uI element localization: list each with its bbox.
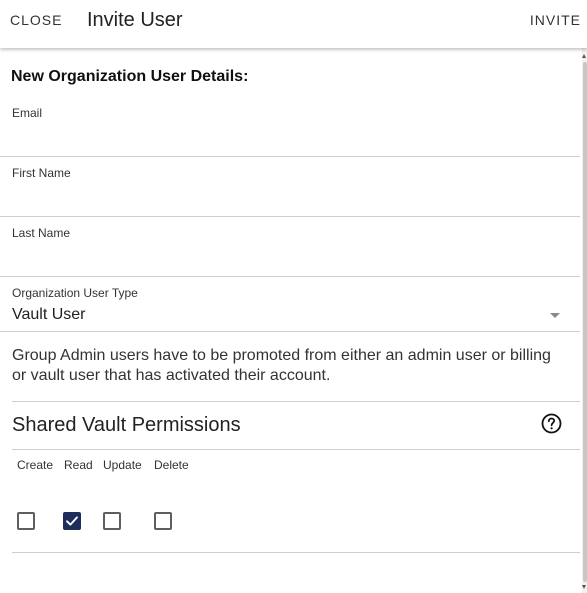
user-type-value: Vault User [12, 306, 86, 323]
checkmark-icon [66, 516, 78, 526]
first-name-label: First Name [12, 166, 71, 180]
scrollbar[interactable] [582, 48, 587, 593]
close-button[interactable]: CLOSE [10, 12, 62, 28]
divider [12, 401, 580, 402]
permission-header-update: Update [103, 458, 142, 472]
create-checkbox[interactable] [17, 512, 35, 530]
permissions-title: Shared Vault Permissions [12, 414, 241, 436]
first-name-input[interactable] [12, 182, 567, 210]
divider [12, 552, 580, 553]
dialog-content: New Organization User Details: Email Fir… [0, 48, 580, 593]
help-circle-icon[interactable] [541, 413, 562, 434]
permission-header-create: Create [17, 458, 54, 472]
permission-header-read: Read [64, 458, 93, 472]
update-checkbox[interactable] [103, 512, 121, 530]
section-title: New Organization User Details: [11, 68, 249, 85]
invite-button[interactable]: INVITE [530, 12, 581, 28]
user-type-select[interactable]: Organization User Type Vault User [0, 276, 580, 332]
last-name-input[interactable] [12, 242, 567, 270]
last-name-label: Last Name [12, 226, 71, 240]
email-input[interactable] [12, 122, 567, 150]
group-admin-note: Group Admin users have to be promoted fr… [12, 347, 551, 384]
email-field: Email [0, 96, 580, 157]
scroll-down-arrow-icon[interactable] [582, 585, 586, 589]
read-checkbox[interactable] [63, 512, 81, 530]
permission-header-delete: Delete [154, 458, 189, 472]
dialog-title: Invite User [87, 9, 183, 31]
scroll-up-arrow-icon[interactable] [582, 54, 586, 58]
last-name-field: Last Name [0, 216, 580, 277]
first-name-field: First Name [0, 156, 580, 217]
email-label: Email [12, 106, 43, 120]
dropdown-arrow-icon[interactable] [550, 313, 560, 318]
divider [12, 449, 580, 450]
user-type-label: Organization User Type [12, 286, 138, 300]
delete-checkbox[interactable] [154, 512, 172, 530]
scrollbar-thumb[interactable] [583, 62, 587, 582]
dialog-toolbar: CLOSE Invite User INVITE [0, 0, 587, 48]
